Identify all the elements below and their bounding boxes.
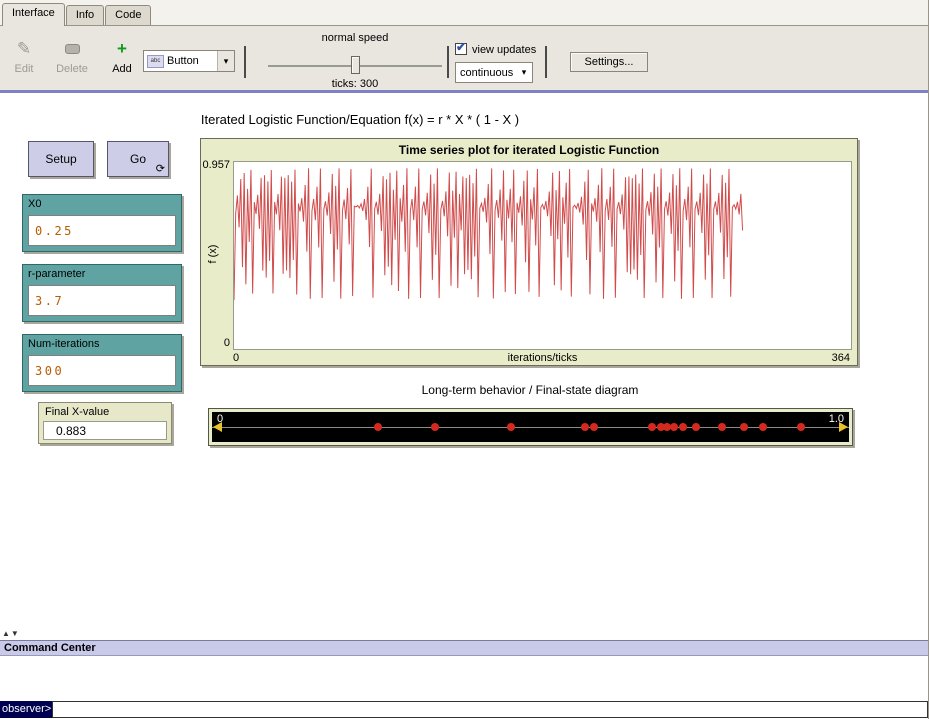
- speed-label: normal speed: [262, 32, 448, 44]
- final-state-dot: [797, 423, 805, 431]
- update-mode-value: continuous: [460, 67, 513, 79]
- command-center-header[interactable]: Command Center: [0, 640, 928, 656]
- chevron-down-icon: ▾: [516, 67, 532, 78]
- monitor-label: Final X-value: [39, 403, 171, 418]
- speed-control: normal speed ticks: 300: [262, 32, 448, 88]
- add-label: Add: [100, 63, 144, 75]
- setup-button[interactable]: Setup: [28, 141, 94, 177]
- final-state-dot: [740, 423, 748, 431]
- add-plus-icon: +: [100, 38, 144, 60]
- time-series-line: [234, 162, 851, 349]
- update-mode-dropdown[interactable]: continuous ▾: [455, 62, 533, 83]
- command-center-splitter[interactable]: ▲▼: [2, 629, 20, 638]
- final-state-dot: [759, 423, 767, 431]
- tab-info[interactable]: Info: [66, 5, 104, 25]
- final-state-dot: [431, 423, 439, 431]
- widget-type-dropdown[interactable]: abc Button ▾: [143, 50, 235, 72]
- final-state-dot: [670, 423, 678, 431]
- final-state-dot: [692, 423, 700, 431]
- input-r-field[interactable]: 3.7: [28, 285, 176, 316]
- toolbar-separator: [545, 46, 547, 78]
- plot-x-axis-label: iterations/ticks: [233, 352, 852, 364]
- input-x0-label: X0: [23, 195, 181, 210]
- monitor-final-x-value: Final X-value 0.883: [38, 402, 172, 444]
- command-input[interactable]: [52, 701, 928, 718]
- toolbar-separator: [447, 46, 449, 78]
- plot-y-axis-label: f (x): [207, 224, 221, 284]
- ticks-counter: ticks: 300: [262, 78, 448, 90]
- view-updates-label: view updates: [472, 44, 536, 56]
- delete-button[interactable]: Delete: [50, 38, 94, 75]
- final-state-dot: [507, 423, 515, 431]
- final-state-dot: [374, 423, 382, 431]
- tab-bar: Interface Info Code: [0, 0, 928, 26]
- left-arrow-icon: [213, 422, 222, 432]
- view-updates-checkbox[interactable]: ✔: [455, 43, 467, 55]
- toolbar: ✎ Edit Delete + Add abc Button ▾ normal …: [0, 26, 928, 90]
- right-arrow-icon: [839, 422, 848, 432]
- plot-x-axis: 0 iterations/ticks 364: [233, 352, 852, 365]
- observer-prompt[interactable]: observer>: [0, 701, 52, 718]
- delete-label: Delete: [50, 63, 94, 75]
- edit-label: Edit: [2, 63, 46, 75]
- model-title: Iterated Logistic Function/Equation f(x)…: [100, 112, 620, 127]
- widget-type-value: Button: [167, 55, 199, 67]
- button-widget-icon: abc: [147, 55, 164, 68]
- input-x0-field[interactable]: 0.25: [28, 215, 176, 246]
- add-button[interactable]: + Add: [100, 38, 144, 75]
- plot-area: [233, 161, 852, 350]
- plot-y-max-label: 0.957: [201, 159, 230, 171]
- setup-button-label: Setup: [45, 152, 76, 166]
- final-state-dot: [581, 423, 589, 431]
- final-state-bar: 0 1.0: [212, 412, 849, 442]
- go-button[interactable]: Go ⟳: [107, 141, 169, 177]
- input-widget-num-iterations: Num-iterations 300: [22, 334, 182, 392]
- toolbar-divider: [0, 90, 928, 93]
- input-r-label: r-parameter: [23, 265, 181, 280]
- netlogo-window: Interface Info Code ✎ Edit Delete + Add …: [0, 0, 929, 719]
- input-widget-r-parameter: r-parameter 3.7: [22, 264, 182, 322]
- delete-icon: [50, 38, 94, 60]
- time-series-plot: Time series plot for iterated Logistic F…: [200, 138, 858, 366]
- final-state-dot: [679, 423, 687, 431]
- input-widget-x0: X0 0.25: [22, 194, 182, 252]
- settings-button[interactable]: Settings...: [570, 52, 648, 72]
- final-state-dot: [648, 423, 656, 431]
- final-state-caption: Long-term behavior / Final-state diagram: [210, 383, 850, 397]
- go-button-label: Go: [130, 152, 146, 166]
- speed-slider-thumb[interactable]: [351, 56, 360, 74]
- toolbar-separator: [244, 46, 246, 78]
- monitor-value: 0.883: [43, 421, 167, 440]
- plot-title: Time series plot for iterated Logistic F…: [201, 143, 857, 157]
- final-state-diagram: 0 1.0: [208, 408, 853, 446]
- view-updates-row: ✔ view updates: [455, 43, 536, 57]
- fs-axis-line: [212, 427, 849, 428]
- input-n-field[interactable]: 300: [28, 355, 176, 386]
- input-n-label: Num-iterations: [23, 335, 181, 350]
- command-center-output[interactable]: [0, 657, 928, 701]
- chevron-down-icon[interactable]: ▾: [217, 51, 234, 71]
- plot-y-min-label: 0: [201, 337, 230, 349]
- forever-arrows-icon: ⟳: [156, 162, 165, 175]
- edit-pencil-icon: ✎: [2, 38, 46, 60]
- check-icon: ✔: [456, 40, 466, 54]
- tab-code[interactable]: Code: [105, 5, 151, 25]
- edit-button[interactable]: ✎ Edit: [2, 38, 46, 75]
- plot-x-max-label: 364: [832, 352, 850, 364]
- final-state-dot: [718, 423, 726, 431]
- final-state-dot: [590, 423, 598, 431]
- tab-interface[interactable]: Interface: [2, 3, 65, 26]
